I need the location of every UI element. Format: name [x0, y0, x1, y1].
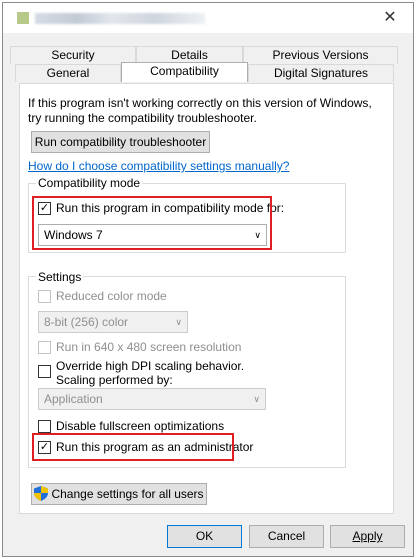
compatibility-panel: If this program isn't working correctly …: [19, 83, 394, 514]
cancel-button[interactable]: Cancel: [249, 525, 324, 548]
intro-line-1: If this program isn't working correctly …: [28, 96, 372, 110]
res640-checkbox[interactable]: [38, 341, 51, 354]
highlight-run-as-admin: [32, 433, 234, 461]
tab-previous-versions[interactable]: Previous Versions: [243, 46, 398, 64]
reduced-color-checkbox[interactable]: [38, 290, 51, 303]
close-button[interactable]: ✕: [375, 7, 405, 29]
tab-general[interactable]: General: [15, 64, 121, 82]
reduced-color-label: Reduced color mode: [56, 289, 167, 303]
dpi-override-checkbox[interactable]: [38, 365, 51, 378]
dpi-scaling-select[interactable]: Application ∨: [38, 388, 266, 410]
chevron-down-icon: ∨: [175, 317, 182, 327]
apply-button[interactable]: Apply: [330, 525, 405, 548]
uac-shield-icon: [34, 486, 49, 501]
blurred-title: [35, 13, 205, 24]
res640-label: Run in 640 x 480 screen resolution: [56, 340, 242, 354]
close-icon: ✕: [383, 9, 397, 26]
dpi-override-label-2: Scaling performed by:: [56, 373, 173, 387]
manual-settings-link[interactable]: How do I choose compatibility settings m…: [28, 159, 289, 173]
fullscreen-opt-label: Disable fullscreen optimizations: [56, 419, 225, 433]
ok-button[interactable]: OK: [167, 525, 242, 548]
color-depth-select[interactable]: 8-bit (256) color ∨: [38, 311, 188, 333]
fullscreen-opt-checkbox[interactable]: [38, 420, 51, 433]
tab-security[interactable]: Security: [10, 46, 136, 64]
run-troubleshooter-button[interactable]: Run compatibility troubleshooter: [31, 131, 210, 153]
title-bar: ✕: [3, 3, 413, 33]
compatibility-mode-label: Compatibility mode: [36, 176, 143, 190]
tab-compatibility[interactable]: Compatibility: [121, 62, 248, 82]
intro-line-2: try running the compatibility troublesho…: [28, 111, 257, 125]
highlight-compat-mode: [32, 196, 272, 250]
tab-digital-signatures[interactable]: Digital Signatures: [248, 64, 394, 82]
settings-label: Settings: [36, 270, 84, 284]
dpi-override-label-1: Override high DPI scaling behavior.: [56, 359, 245, 373]
chevron-down-icon: ∨: [253, 394, 260, 404]
properties-window: ✕ Security Details Previous Versions Gen…: [2, 2, 414, 557]
app-icon: [17, 12, 29, 24]
change-all-users-button[interactable]: Change settings for all users: [31, 483, 207, 505]
